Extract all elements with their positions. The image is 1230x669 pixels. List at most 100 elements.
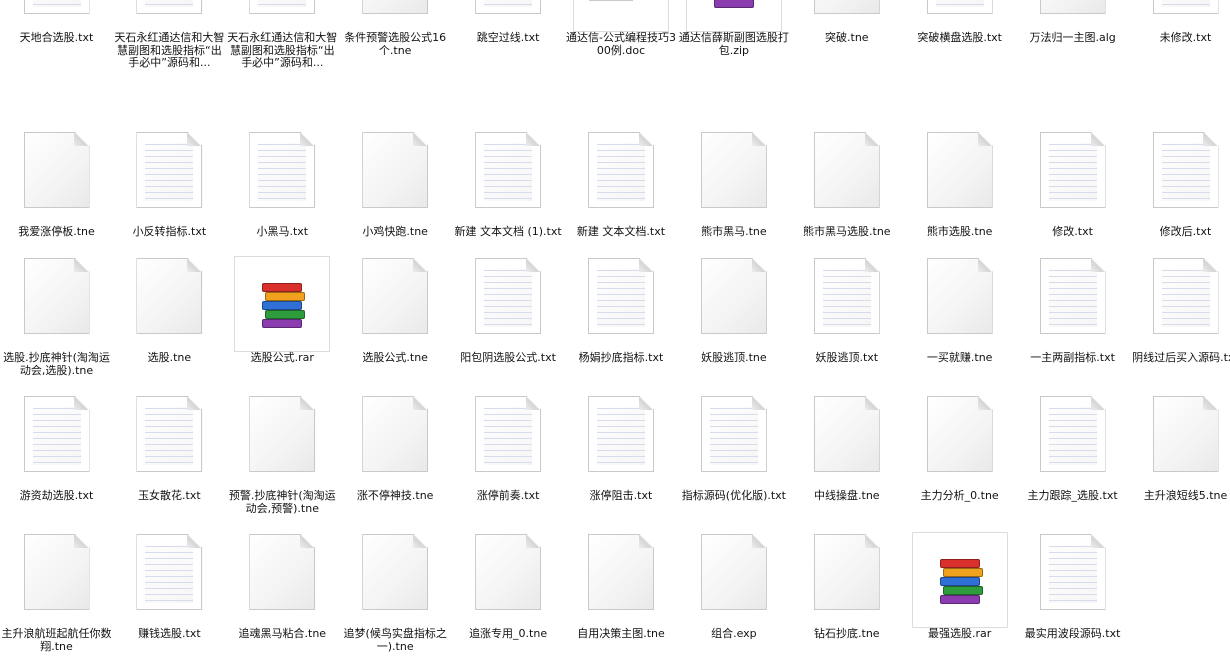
file-item[interactable]: 追梦(候鸟实盘指标之一).tne bbox=[339, 534, 452, 669]
file-name: 通达信薛斯副图选股打包.zip bbox=[678, 31, 789, 57]
file-name: 涨停前奏.txt bbox=[476, 489, 540, 502]
file-item[interactable]: 突破横盘选股.txt bbox=[903, 0, 1016, 73]
file-item[interactable]: 突破.tne bbox=[790, 0, 903, 73]
file-item[interactable]: 熊市黑马选股.tne bbox=[790, 132, 903, 267]
file-name: 预警.抄底神针(淘淘运动会,预警).tne bbox=[228, 489, 336, 515]
file-name: 小鸡快跑.tne bbox=[362, 225, 428, 238]
file-name: 主力跟踪_选股.txt bbox=[1027, 489, 1118, 502]
file-item[interactable]: 涨停阻击.txt bbox=[565, 396, 678, 531]
file-item[interactable]: 新建 文本文档.txt bbox=[565, 132, 678, 267]
file-item[interactable]: 追涨专用_0.tne bbox=[452, 534, 565, 669]
file-item[interactable]: 选股公式.rar bbox=[226, 256, 339, 393]
file-name: 熊市黑马.tne bbox=[701, 225, 767, 238]
file-name: 最实用波段源码.txt bbox=[1024, 627, 1121, 640]
file-name: 修改.txt bbox=[1052, 225, 1093, 238]
file-name: 万法归一主图.alg bbox=[1029, 31, 1116, 44]
file-item[interactable]: 主力分析_0.tne bbox=[903, 396, 1016, 531]
file-name: 天石永红通达信和大智慧副图和选股指标“出手必中”源码和... bbox=[114, 31, 225, 69]
file-item[interactable]: 熊市选股.tne bbox=[903, 132, 1016, 267]
file-item[interactable]: 万法归一主图.alg bbox=[1016, 0, 1129, 73]
file-name: 最强选股.rar bbox=[928, 627, 992, 640]
file-item[interactable]: 一主两副指标.txt bbox=[1016, 258, 1129, 393]
file-name: 选股公式.tne bbox=[362, 351, 428, 364]
file-name: 妖股逃顶.tne bbox=[701, 351, 767, 364]
file-item[interactable]: 阴线过后买入源码.txt bbox=[1129, 258, 1230, 393]
file-item[interactable]: 熊市黑马.tne bbox=[677, 132, 790, 267]
file-item[interactable]: 预警.抄底神针(淘淘运动会,预警).tne bbox=[226, 396, 339, 531]
file-name: 主力分析_0.tne bbox=[920, 489, 999, 502]
file-item[interactable]: 杨娟抄底指标.txt bbox=[565, 258, 678, 393]
file-name: 熊市选股.tne bbox=[926, 225, 993, 238]
file-name: 小黑马.txt bbox=[256, 225, 309, 238]
file-item[interactable]: 未修改.txt bbox=[1129, 0, 1230, 73]
file-item[interactable]: 组合.exp bbox=[677, 534, 790, 669]
file-item[interactable]: 自用决策主图.tne bbox=[565, 534, 678, 669]
file-name: 自用决策主图.tne bbox=[577, 627, 665, 640]
file-name: 妖股逃顶.txt bbox=[815, 351, 879, 364]
file-name: 杨娟抄底指标.txt bbox=[578, 351, 664, 364]
file-name: 主升浪航班起航任你数翔.tne bbox=[1, 627, 112, 653]
file-item[interactable]: 最实用波段源码.txt bbox=[1016, 534, 1129, 669]
file-name: 追魂黑马粘合.tne bbox=[238, 627, 327, 640]
file-name: 指标源码(优化版).txt bbox=[681, 489, 786, 502]
file-name: 条件预警选股公式16个.tne bbox=[344, 31, 447, 57]
file-name: 一主两副指标.txt bbox=[1030, 351, 1115, 364]
file-name: 追梦(候鸟实盘指标之一).tne bbox=[343, 627, 447, 653]
file-name: 玉女散花.txt bbox=[138, 489, 201, 502]
file-item[interactable]: 玉女散花.txt bbox=[113, 396, 226, 531]
file-name: 天地合选股.txt bbox=[19, 31, 94, 44]
file-name: 主升浪短线5.tne bbox=[1143, 489, 1228, 502]
file-name: 通达信-公式编程技巧300例.doc bbox=[566, 31, 676, 57]
file-item[interactable]: 妖股逃顶.txt bbox=[790, 258, 903, 393]
file-item[interactable]: 选股.抄底神针(淘淘运动会,选股).tne bbox=[0, 258, 113, 393]
file-name: 修改后.txt bbox=[1159, 225, 1212, 238]
file-item[interactable]: 中线操盘.tne bbox=[790, 396, 903, 531]
file-name: 我爱涨停板.tne bbox=[18, 225, 95, 238]
file-name: 中线操盘.tne bbox=[814, 489, 880, 502]
file-item[interactable]: 赚钱选股.txt bbox=[113, 534, 226, 669]
file-name: 小反转指标.txt bbox=[132, 225, 207, 238]
file-name: 突破横盘选股.txt bbox=[917, 31, 1002, 44]
file-item[interactable]: 天地合选股.txt bbox=[0, 0, 113, 73]
file-name: 赚钱选股.txt bbox=[138, 627, 201, 640]
file-item[interactable]: 我爱涨停板.tne bbox=[0, 132, 113, 267]
file-item[interactable]: 涨不停神技.tne bbox=[339, 396, 452, 531]
file-item[interactable]: 主力跟踪_选股.txt bbox=[1016, 396, 1129, 531]
file-name: 游资劫选股.txt bbox=[19, 489, 94, 502]
file-item[interactable]: 追魂黑马粘合.tne bbox=[226, 534, 339, 669]
file-item[interactable]: W通达信-公式编程技巧300例.doc bbox=[565, 0, 678, 73]
file-name: 未修改.txt bbox=[1159, 31, 1212, 44]
file-item[interactable]: 条件预警选股公式16个.tne bbox=[339, 0, 452, 73]
file-item[interactable]: 主升浪航班起航任你数翔.tne bbox=[0, 534, 113, 669]
file-name: 追涨专用_0.tne bbox=[469, 627, 548, 640]
file-item[interactable]: 一买就赚.tne bbox=[903, 258, 1016, 393]
file-name: 钻石抄底.tne bbox=[814, 627, 880, 640]
file-item[interactable]: 阳包阴选股公式.txt bbox=[452, 258, 565, 393]
file-item[interactable]: 游资劫选股.txt bbox=[0, 396, 113, 531]
file-item[interactable]: 最强选股.rar bbox=[903, 532, 1016, 669]
file-name: 选股公式.rar bbox=[250, 351, 314, 364]
file-item[interactable]: 修改.txt bbox=[1016, 132, 1129, 267]
file-item[interactable]: 小反转指标.txt bbox=[113, 132, 226, 267]
file-item[interactable]: 主升浪短线5.tne bbox=[1129, 396, 1230, 531]
file-name: 跳空过线.txt bbox=[476, 31, 540, 44]
file-item[interactable]: 妖股逃顶.tne bbox=[677, 258, 790, 393]
file-item[interactable]: 天石永红通达信和大智慧副图和选股指标“出手必中”源码和... bbox=[226, 0, 339, 73]
file-item[interactable]: 选股.tne bbox=[113, 258, 226, 393]
file-item[interactable]: 修改后.txt bbox=[1129, 132, 1230, 267]
file-name: 阴线过后买入源码.txt bbox=[1132, 351, 1230, 364]
file-item[interactable]: 选股公式.tne bbox=[339, 258, 452, 393]
file-name: 新建 文本文档 (1).txt bbox=[454, 225, 562, 238]
file-icon-grid: 天地合选股.txt 天石永红通达信和大智慧副图和选股指标“出手必中”源码和... 天… bbox=[0, 0, 1230, 657]
file-item[interactable]: 通达信薛斯副图选股打包.zip bbox=[677, 0, 790, 73]
file-name: 阳包阴选股公式.txt bbox=[460, 351, 556, 364]
file-item[interactable]: 天石永红通达信和大智慧副图和选股指标“出手必中”源码和... bbox=[113, 0, 226, 73]
file-item[interactable]: 指标源码(优化版).txt bbox=[677, 396, 790, 531]
file-item[interactable]: 小黑马.txt bbox=[226, 132, 339, 267]
file-item[interactable]: 钻石抄底.tne bbox=[790, 534, 903, 669]
file-item[interactable]: 跳空过线.txt bbox=[452, 0, 565, 73]
file-item[interactable]: 小鸡快跑.tne bbox=[339, 132, 452, 267]
file-name: 涨停阻击.txt bbox=[589, 489, 653, 502]
file-item[interactable]: 新建 文本文档 (1).txt bbox=[452, 132, 565, 267]
file-item[interactable]: 涨停前奏.txt bbox=[452, 396, 565, 531]
